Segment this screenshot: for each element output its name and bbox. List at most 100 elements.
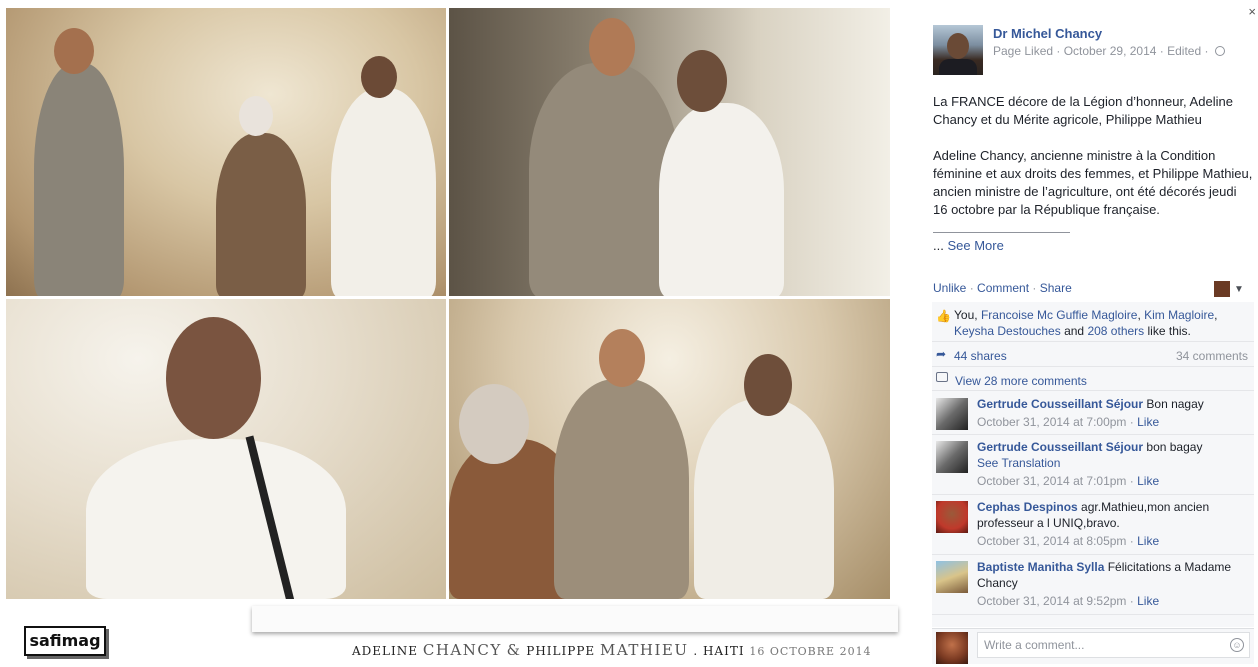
post-actions: Unlike · Comment · Share [933,281,1072,295]
comment-body: Gertrude Cousseillant Séjour Bon nagay O… [977,397,1204,429]
post-meta: Page Liked · October 29, 2014 · Edited · [993,44,1225,58]
comment-body: Baptiste Manitha Sylla Félicitations a M… [977,560,1232,608]
commenter-avatar[interactable] [936,441,968,473]
divider [933,232,1070,233]
comment-author[interactable]: Gertrude Cousseillant Séjour [977,397,1143,411]
figure [216,133,306,296]
shares-link[interactable]: 44 shares [954,349,1007,363]
dot-separator: · [969,281,974,295]
comment-time[interactable]: October 31, 2014 at 8:05pm [977,534,1126,548]
liker-link[interactable]: Keysha Destouches [954,324,1061,338]
figure-head [166,317,261,439]
caption-place: . HAITI [693,644,745,658]
figure [529,63,679,296]
see-translation-link[interactable]: See Translation [977,455,1249,471]
photo-medal-pinning [449,8,890,296]
post-paragraph: Adeline Chancy, ancienne ministre à la C… [933,148,1253,217]
view-more-comments-link[interactable]: View 28 more comments [955,374,1087,388]
comment-item: Cephas Despinos agr.Mathieu,mon ancien p… [932,495,1254,555]
page-name-link[interactable]: Dr Michel Chancy [993,26,1102,41]
figure [694,399,834,599]
photo-caption: ADELINE CHANCY & PHILIPPE MATHIEU . HAIT… [352,641,871,659]
comment-body: Cephas Despinos agr.Mathieu,mon ancien p… [977,500,1210,548]
comment-author[interactable]: Baptiste Manitha Sylla [977,560,1104,574]
comment-time[interactable]: October 31, 2014 at 7:01pm [977,474,1126,488]
figure [86,439,346,599]
dot-separator: · [1032,281,1037,295]
caption-word: ADELINE [352,644,419,658]
likes-comma: , [1214,308,1218,322]
post-paragraph: La FRANCE décore de la Légion d’honneur,… [933,94,1233,127]
caption-amp: & [506,641,522,659]
comment-time[interactable]: October 31, 2014 at 7:00pm [977,415,1126,429]
comment-author[interactable]: Cephas Despinos [977,500,1078,514]
others-link[interactable]: 208 others [1087,324,1144,338]
caption-strip [252,606,898,632]
figure-head [589,18,635,76]
figure-head [744,354,792,416]
figure-head [54,28,94,74]
see-more-link[interactable]: See More [947,238,1003,253]
caption-word: PHILIPPE [526,644,596,658]
share-link[interactable]: Share [1040,281,1072,295]
post-meta-text: Page Liked · October 29, 2014 · Edited · [993,44,1209,58]
photo-speaker-microphone [6,299,446,599]
liker-link[interactable]: Francoise Mc Guffie Magloire [981,308,1138,322]
comment-like-link[interactable]: Like [1137,474,1159,488]
post-sidebar: × Dr Michel Chancy Page Liked · October … [922,0,1258,667]
comment-input[interactable]: Write a comment... ☺ [977,632,1250,658]
avatar-face [947,33,969,59]
comment-like-link[interactable]: Like [1137,415,1159,429]
comment-text: bon bagay [1146,440,1203,454]
caption-name: CHANCY [422,641,502,659]
figure [331,88,436,296]
comment-time[interactable]: October 31, 2014 at 9:52pm [977,594,1126,608]
feedback-panel: 👍 You, Francoise Mc Guffie Magloire, Kim… [932,302,1254,627]
photo-toast [449,299,890,599]
figure-head [459,384,529,464]
shares-row: ➦ 44 shares 34 comments [932,342,1254,367]
comment-like-link[interactable]: Like [1137,594,1159,608]
actor-selector-avatar[interactable] [1214,281,1230,297]
comment-item: Gertrude Cousseillant Séjour bon bagay S… [932,435,1254,495]
page-avatar[interactable] [933,25,983,75]
liker-link[interactable]: Kim Magloire [1144,308,1214,322]
comment-item: Baptiste Manitha Sylla Félicitations a M… [932,555,1254,615]
commenter-avatar[interactable] [936,561,968,593]
likes-and: and [1064,324,1085,338]
figure-head [677,50,727,112]
comment-like-link[interactable]: Like [1137,534,1159,548]
comment-body: Gertrude Cousseillant Séjour bon bagay S… [977,439,1249,489]
comment-icon [936,372,948,382]
globe-icon[interactable] [1214,46,1225,56]
figure [554,379,689,599]
view-more-row: View 28 more comments [932,367,1254,391]
photo-collage[interactable]: ADELINE CHANCY & PHILIPPE MATHIEU . HAIT… [0,0,920,667]
figure-head [599,329,645,387]
comment-composer: Write a comment... ☺ [932,628,1254,664]
thumbs-up-icon: 👍 [936,309,951,323]
photo-speech-ceremony [6,8,446,296]
likes-suffix: like this. [1147,324,1191,338]
unlike-link[interactable]: Unlike [933,281,966,295]
comment-author[interactable]: Gertrude Cousseillant Séjour [977,440,1143,454]
see-more: ... See More [933,238,1004,253]
chevron-down-icon[interactable]: ▼ [1234,284,1244,295]
comments-count[interactable]: 34 comments [1176,349,1248,363]
figure [659,103,784,296]
close-icon[interactable]: × [1248,4,1256,19]
comment-item: Gertrude Cousseillant Séjour Bon nagay O… [932,392,1254,435]
commenter-avatar[interactable] [936,398,968,430]
figure [34,63,124,296]
share-icon: ➦ [936,347,947,361]
commenter-avatar[interactable] [936,501,968,533]
ellipsis: ... [933,238,944,253]
comment-link[interactable]: Comment [977,281,1029,295]
emoji-icon[interactable]: ☺ [1230,638,1244,652]
safimag-logo: safimag [24,626,106,656]
figure-head [361,56,397,98]
avatar-shirt [939,59,977,75]
likes-summary: 👍 You, Francoise Mc Guffie Magloire, Kim… [932,302,1254,342]
viewer-avatar [936,632,968,664]
post-text: La FRANCE décore de la Légion d’honneur,… [933,93,1253,237]
